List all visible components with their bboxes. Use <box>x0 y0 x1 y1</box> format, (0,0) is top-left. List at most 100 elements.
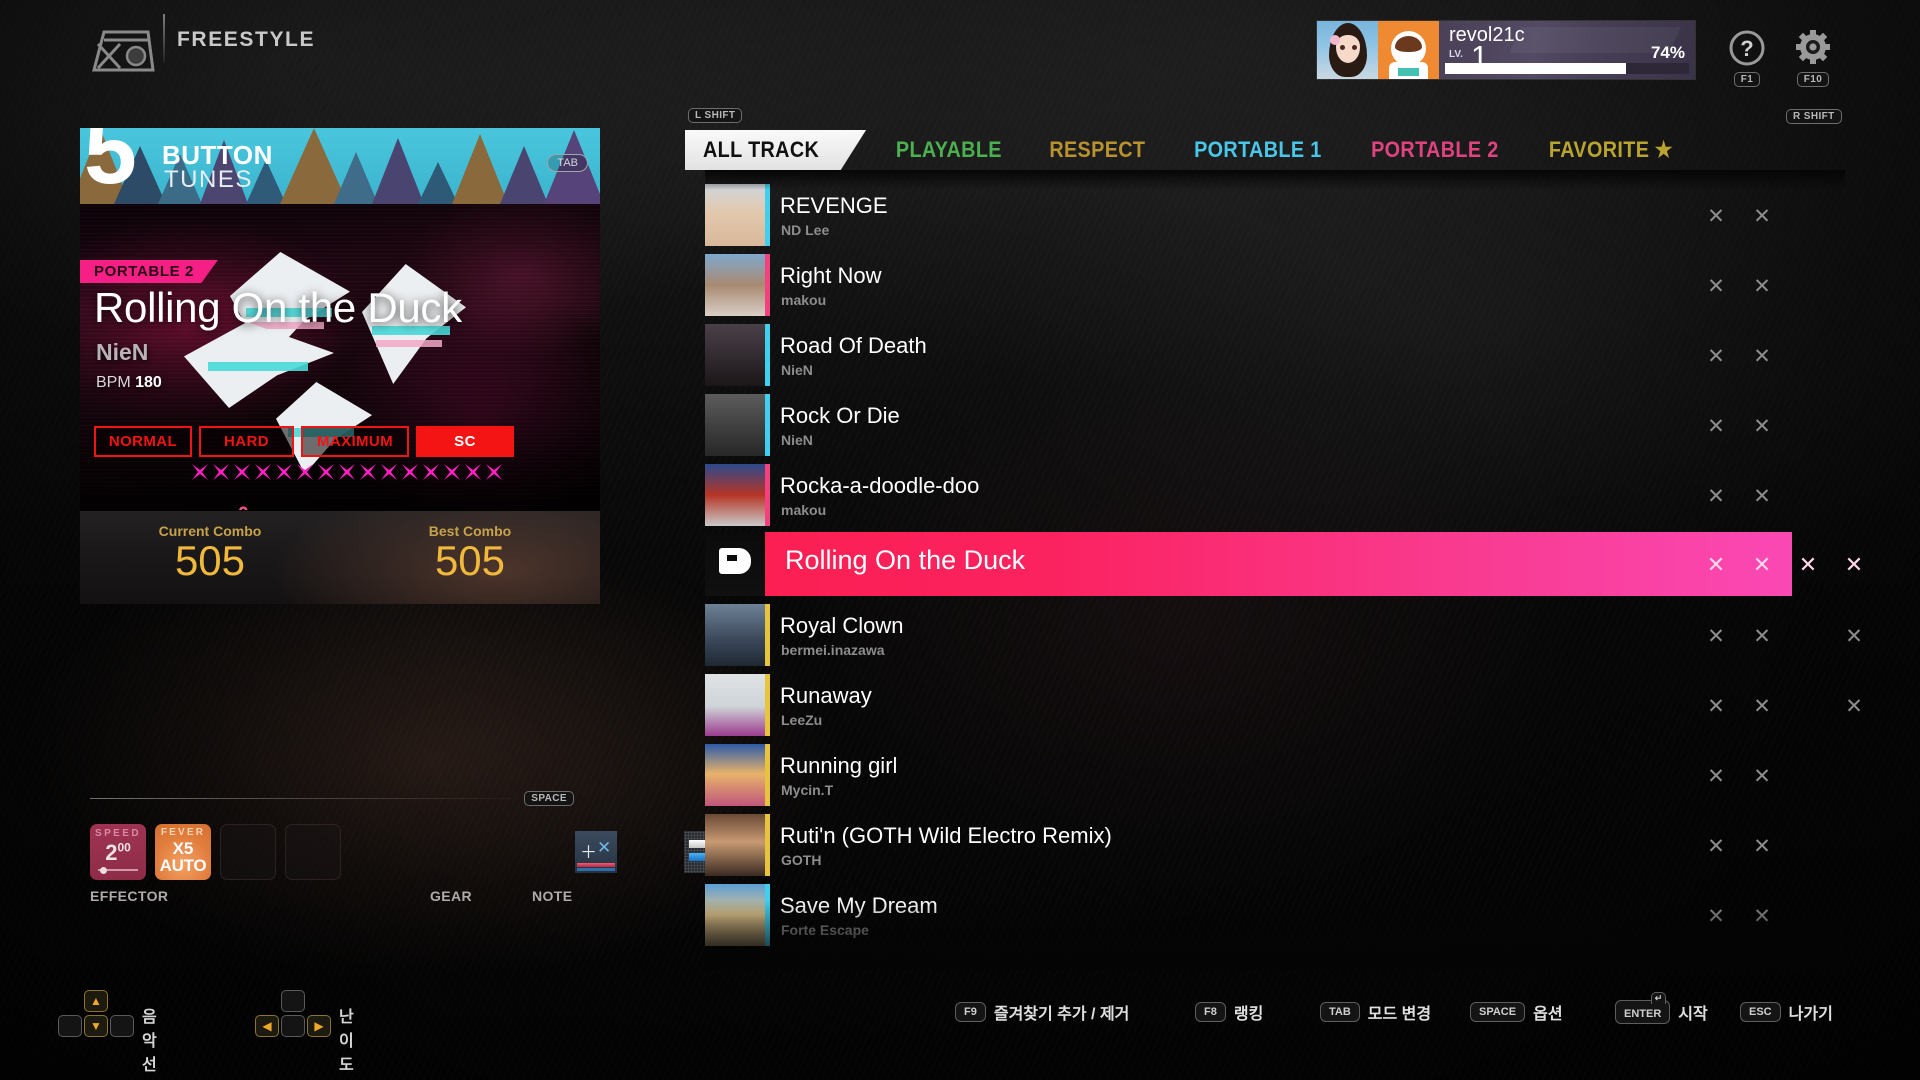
difficulty-x-mark: ✕ <box>1753 765 1771 788</box>
key-hint-label: 랭킹 <box>1233 1006 1264 1023</box>
gear-preview-icon: ＋ ✕ <box>575 831 617 873</box>
difficulty-sc-button[interactable]: SC <box>416 426 514 457</box>
keycap-text: F8 <box>1204 1006 1217 1018</box>
song-jacket[interactable]: PORTABLE 2 Rolling On the Duck NieN BPM … <box>80 204 600 510</box>
track-row[interactable]: Rolling On the Duck ✕ ✕ ✕ ✕ <box>705 530 1863 600</box>
tab-label: RESPECT <box>1049 137 1146 162</box>
difficulty-normal-button[interactable]: NORMAL <box>94 426 192 457</box>
lshift-keycap: L SHIFT <box>688 108 743 123</box>
track-accent-bar <box>765 744 770 806</box>
bpm-value: 180 <box>135 374 162 391</box>
arrow-right-key: ▶ <box>307 1015 331 1037</box>
track-row[interactable]: Save My Dream Forte Escape ✕ ✕ <box>705 880 1845 950</box>
banner-line2: TUNES <box>164 166 253 193</box>
track-row[interactable]: Road Of Death NieN ✕ ✕ <box>705 320 1845 390</box>
difficulty-x-mark: ✕ <box>1707 345 1725 368</box>
tab-label: FAVORITE <box>1548 137 1650 162</box>
track-artist: makou <box>781 292 827 308</box>
key-hint-space[interactable]: SPACE 옵션 <box>1470 1000 1563 1024</box>
key-hint-label: 모드 변경 <box>1367 1006 1432 1023</box>
track-row[interactable]: Runaway LeeZu ✕ ✕ ✕ <box>705 670 1863 740</box>
settings-keycap: F10 <box>1796 72 1830 87</box>
track-row[interactable]: Right Now makou ✕ ✕ <box>705 250 1845 320</box>
tab-respect[interactable]: RESPECT <box>1033 130 1161 170</box>
key-hint-esc[interactable]: ESC 나가기 <box>1740 1000 1833 1024</box>
difficulty-selector[interactable]: NORMAL HARD MAXIMUM SC <box>94 426 514 457</box>
track-thumbnail <box>705 324 765 386</box>
tab-portable-1[interactable]: PORTABLE 1 <box>1177 130 1337 170</box>
difficulty-maximum-button[interactable]: MAXIMUM <box>301 426 409 457</box>
settings-button[interactable]: F10 <box>1790 28 1836 87</box>
track-difficulty-marks: ✕ ✕ <box>1485 180 1845 250</box>
track-artist: Forte Escape <box>781 922 869 938</box>
track-accent-bar <box>765 534 770 596</box>
track-row[interactable]: Royal Clown bermei.inazawa ✕ ✕ ✕ <box>705 600 1863 670</box>
track-accent-bar <box>765 394 770 456</box>
track-thumbnail <box>705 464 765 526</box>
track-title: Road Of Death <box>780 333 927 358</box>
game-mode-label: FREESTYLE <box>177 28 316 51</box>
key-hint-keycap: ↵ ENTER <box>1615 992 1671 1024</box>
effector-label: EFFECTOR <box>90 888 169 904</box>
track-title: Right Now <box>780 263 882 288</box>
best-combo-cell: Best Combo 505 <box>340 511 600 604</box>
effector-slot-empty-2[interactable] <box>285 824 341 880</box>
key-hint-f8[interactable]: F8 랭킹 <box>1195 1000 1263 1024</box>
nav-hint-music-select: ▲ ▼ 음악 선택 <box>58 990 157 1074</box>
nav-hint-difficulty-select: ◀ ▶ 난이도 선택 <box>255 990 354 1074</box>
mode-banner[interactable]: 5 BUTTON TUNES TAB <box>80 128 600 204</box>
banner-button-count: 5 <box>84 128 137 204</box>
difficulty-x-mark: ✕ <box>1753 415 1771 438</box>
key-hint-enter[interactable]: ↵ ENTER 시작 <box>1615 992 1708 1024</box>
favorite-star-icon: ★ <box>1654 137 1673 162</box>
profile-exp-bar-fill <box>1445 63 1626 74</box>
nav-hint-music-select-label: 음악 선택 <box>142 1009 157 1074</box>
effector-slot-empty-1[interactable] <box>220 824 276 880</box>
track-title: Save My Dream <box>780 893 938 918</box>
level-star <box>192 464 208 480</box>
key-hint-f9[interactable]: F9 즐겨찾기 추가 / 제거 <box>955 1000 1129 1024</box>
difficulty-label: NORMAL <box>108 433 178 450</box>
track-thumbnail <box>705 394 765 456</box>
help-button[interactable]: ? F1 <box>1724 28 1770 87</box>
user-profile-panel[interactable]: revol21c LV. 1 74% <box>1316 20 1696 80</box>
track-category-tabs[interactable]: ALL TRACK PLAYABLE RESPECT PORTABLE 1 PORTA… <box>685 130 1698 170</box>
track-row[interactable]: Running girl Mycin.T ✕ ✕ <box>705 740 1845 810</box>
avatar-astronaut <box>1378 21 1439 79</box>
bpm-label: BPM <box>96 374 131 391</box>
difficulty-x-mark: ✕ <box>1753 205 1771 228</box>
difficulty-x-mark: ✕ <box>1845 625 1863 648</box>
gear-slot[interactable]: ＋ ✕ <box>568 824 624 880</box>
difficulty-hard-button[interactable]: HARD <box>199 426 294 457</box>
speed-int: 2 <box>105 840 118 865</box>
fever-slot[interactable]: FEVER X5 AUTO <box>155 824 211 880</box>
rd-logo-mark <box>719 548 751 574</box>
track-difficulty-marks: ✕ ✕ <box>1485 320 1845 390</box>
tab-favorite[interactable]: FAVORITE ★ <box>1533 130 1689 170</box>
track-artist: ND Lee <box>781 222 830 238</box>
difficulty-x-mark: ✕ <box>1753 835 1771 858</box>
arrow-left-key: ◀ <box>255 1015 279 1037</box>
track-artist: bermei.inazawa <box>781 642 885 658</box>
track-difficulty-marks: ✕ ✕ <box>1485 810 1845 880</box>
tab-portable-2[interactable]: PORTABLE 2 <box>1355 130 1515 170</box>
speed-slot[interactable]: SPEED 200 <box>90 824 146 880</box>
track-difficulty-marks: ✕ ✕ <box>1485 460 1845 530</box>
difficulty-x-mark: ✕ <box>1707 835 1725 858</box>
track-row[interactable]: Ruti'n (GOTH Wild Electro Remix) GOTH ✕ ✕ <box>705 810 1845 880</box>
tab-all-track[interactable]: ALL TRACK <box>685 130 867 170</box>
effector-space-hint: SPACE <box>524 788 574 806</box>
tab-playable[interactable]: PLAYABLE <box>880 130 1018 170</box>
keycap-text: TAB <box>1329 1006 1351 1018</box>
rshift-hint: R SHIFT <box>1786 106 1842 124</box>
record-label: Record <box>184 508 238 510</box>
track-accent-bar <box>765 884 770 946</box>
track-list[interactable]: REVENGE ND Lee ✕ ✕ Right Now makou ✕ ✕ Road Of D… <box>705 180 1863 950</box>
track-row[interactable]: Rock Or Die NieN ✕ ✕ <box>705 390 1845 460</box>
fever-auto: AUTO <box>159 856 207 875</box>
track-row[interactable]: REVENGE ND Lee ✕ ✕ <box>705 180 1845 250</box>
track-row[interactable]: Rocka-a-doodle-doo makou ✕ ✕ <box>705 460 1845 530</box>
key-hint-tab[interactable]: TAB 모드 변경 <box>1320 1000 1431 1024</box>
track-accent-bar <box>765 324 770 386</box>
svg-text:?: ? <box>1740 36 1753 61</box>
